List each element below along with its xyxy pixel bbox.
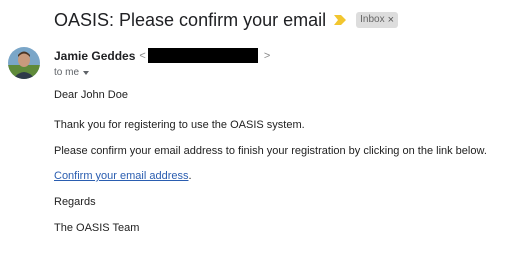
avatar[interactable] xyxy=(8,47,40,79)
confirm-link-paragraph: Confirm your email address. xyxy=(54,169,192,183)
instruction-text: Please confirm your email address to fin… xyxy=(54,145,487,157)
sender-name[interactable]: Jamie Geddes xyxy=(54,49,135,63)
confirm-email-link[interactable]: Confirm your email address xyxy=(54,170,189,182)
importance-marker-icon[interactable] xyxy=(334,8,347,32)
subject-row: OASIS: Please confirm your email Inbox × xyxy=(54,8,399,32)
thanks-text: Thank you for registering to use the OAS… xyxy=(54,119,305,131)
remove-label-icon[interactable]: × xyxy=(388,14,394,26)
signature-text: The OASIS Team xyxy=(54,222,140,234)
sender-email-open: < xyxy=(139,49,146,62)
email-subject: OASIS: Please confirm your email xyxy=(54,10,327,30)
redacted-sender-email xyxy=(147,48,258,63)
email-view: OASIS: Please confirm your email Inbox ×… xyxy=(0,0,512,280)
greeting-text: Dear John Doe xyxy=(54,89,128,101)
sender-row: Jamie Geddes < > xyxy=(54,48,270,63)
link-suffix: . xyxy=(188,170,192,182)
closing-text: Regards xyxy=(54,196,96,208)
sender-email-close: > xyxy=(263,49,271,62)
chevron-down-icon[interactable] xyxy=(83,71,90,75)
inbox-label-text: Inbox xyxy=(360,14,385,25)
recipient-line: to me xyxy=(54,67,80,78)
recipient-details-toggle[interactable]: to me xyxy=(54,67,90,78)
inbox-label-chip[interactable]: Inbox × xyxy=(356,12,399,28)
